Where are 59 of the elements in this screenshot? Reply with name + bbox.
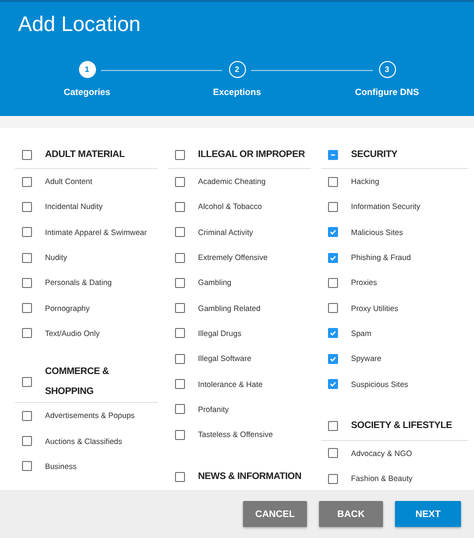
- check-icon: [329, 228, 337, 236]
- dialog-button[interactable]: CANCEL: [243, 501, 307, 527]
- checkbox[interactable]: [175, 472, 185, 482]
- category-heading: NEWS & INFORMATION: [198, 470, 302, 484]
- checkbox[interactable]: [328, 202, 338, 212]
- checkbox[interactable]: [328, 354, 338, 364]
- dialog-title: Add Location: [17, 12, 142, 38]
- check-icon: [329, 329, 337, 338]
- category-heading: ILLEGAL OR IMPROPER: [198, 148, 306, 162]
- category-heading: SECURITY: [351, 148, 398, 162]
- step-number: 2: [228, 61, 246, 78]
- checkbox[interactable]: [22, 410, 32, 421]
- checkbox[interactable]: [175, 303, 185, 314]
- checkbox[interactable]: [175, 404, 185, 414]
- checkbox[interactable]: [175, 176, 185, 187]
- category-heading: COMMERCE & SHOPPING: [45, 365, 110, 400]
- checkbox[interactable]: [22, 278, 32, 288]
- category-heading: ADULT MATERIAL: [45, 148, 126, 162]
- checkbox[interactable]: [328, 328, 338, 338]
- next-button[interactable]: NEXT: [395, 501, 461, 527]
- checkbox[interactable]: [328, 227, 338, 238]
- checkbox[interactable]: [328, 379, 338, 390]
- check-icon: [329, 254, 337, 262]
- checkbox[interactable]: [175, 150, 185, 160]
- checkbox[interactable]: [328, 252, 338, 263]
- checkbox[interactable]: [22, 150, 32, 160]
- checkbox[interactable]: [175, 278, 185, 288]
- checkbox[interactable]: [328, 303, 338, 314]
- checkbox[interactable]: [22, 328, 32, 338]
- checkbox[interactable]: [175, 227, 185, 238]
- checkbox[interactable]: [328, 474, 338, 484]
- checkbox[interactable]: [22, 377, 32, 388]
- checkbox[interactable]: [175, 202, 185, 212]
- checkbox[interactable]: [22, 227, 32, 238]
- step-number: 3: [378, 61, 396, 78]
- check-icon: [329, 354, 337, 363]
- checkbox[interactable]: [22, 436, 32, 446]
- checkbox[interactable]: [22, 202, 32, 212]
- dialog-button[interactable]: BACK: [319, 501, 383, 527]
- step-label: Configure DNS: [355, 87, 419, 97]
- checkbox[interactable]: [328, 150, 338, 160]
- check-icon: [329, 380, 337, 388]
- checkbox[interactable]: [175, 354, 185, 364]
- checkbox[interactable]: [22, 303, 32, 314]
- checkbox[interactable]: [175, 430, 185, 440]
- checkbox[interactable]: [328, 448, 338, 458]
- checkbox[interactable]: [328, 176, 338, 187]
- checkbox[interactable]: [175, 252, 185, 263]
- checkbox[interactable]: [175, 379, 185, 390]
- checkbox[interactable]: [22, 461, 32, 472]
- checkbox[interactable]: [328, 421, 338, 432]
- step-label: Exceptions: [212, 87, 261, 97]
- checkbox[interactable]: [328, 278, 338, 288]
- checkbox[interactable]: [22, 176, 32, 187]
- checkbox[interactable]: [175, 328, 185, 338]
- step-number: 1: [78, 61, 96, 78]
- checkbox[interactable]: [22, 252, 32, 263]
- step-label: Categories: [64, 87, 110, 97]
- category-heading: SOCIETY & LIFESTYLE: [351, 419, 454, 434]
